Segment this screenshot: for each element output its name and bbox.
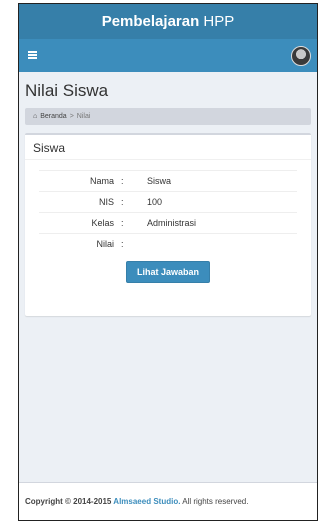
row-label-nama: Nama [89,176,114,186]
row-value-nama: Siswa [147,176,172,186]
button-wrapper: Lihat Jawaban [39,260,297,283]
row-colon: : [121,176,124,186]
table-row: Nama : Siswa [39,170,297,192]
table-row: Nilai : [39,233,297,255]
row-colon: : [121,197,124,207]
row-colon: : [121,239,124,250]
footer-rights: All rights reserved. [180,497,249,506]
row-value-nis: 100 [147,197,163,207]
row-value-nilai [141,234,297,255]
student-box: Siswa Nama : Siswa NIS : 100 Kelas : Adm… [25,133,311,316]
student-info-table: Nama : Siswa NIS : 100 Kelas : Administr… [39,170,297,255]
row-label-kelas: Kelas [91,218,114,228]
home-icon: ⌂ [33,113,38,120]
view-answers-button[interactable]: Lihat Jawaban [125,260,210,283]
content-header: Nilai Siswa ⌂ Beranda > Nilai [19,72,317,125]
top-navbar [19,39,317,72]
table-row: Kelas : Administrasi [39,212,297,234]
breadcrumb-separator: > [69,113,74,120]
page-footer: Copyright © 2014-2015 Almsaeed Studio. A… [19,482,317,520]
logo-bold-text: Pembelajaran [101,13,200,30]
app-logo[interactable]: Pembelajaran HPP [19,4,317,39]
breadcrumb-home-link[interactable]: Beranda [40,108,66,125]
hamburger-icon[interactable] [28,51,37,59]
row-label-nis: NIS [98,197,114,207]
row-value-kelas: Administrasi [147,218,197,228]
user-avatar-icon[interactable] [291,46,311,66]
breadcrumb: ⌂ Beranda > Nilai [25,108,311,125]
table-row: NIS : 100 [39,191,297,213]
breadcrumb-current: Nilai [76,113,91,120]
footer-studio-link[interactable]: Almsaeed Studio. [113,497,180,506]
app-frame: Pembelajaran HPP Nilai Siswa ⌂ Beranda >… [18,3,318,521]
box-body: Nama : Siswa NIS : 100 Kelas : Administr… [25,160,311,283]
row-label-nilai: Nilai [96,239,114,250]
footer-copyright: Copyright © 2014-2015 [25,497,114,506]
box-title: Siswa [25,135,311,160]
row-colon: : [121,218,124,228]
page-title: Nilai Siswa [25,81,109,100]
logo-light-text: HPP [199,13,235,30]
